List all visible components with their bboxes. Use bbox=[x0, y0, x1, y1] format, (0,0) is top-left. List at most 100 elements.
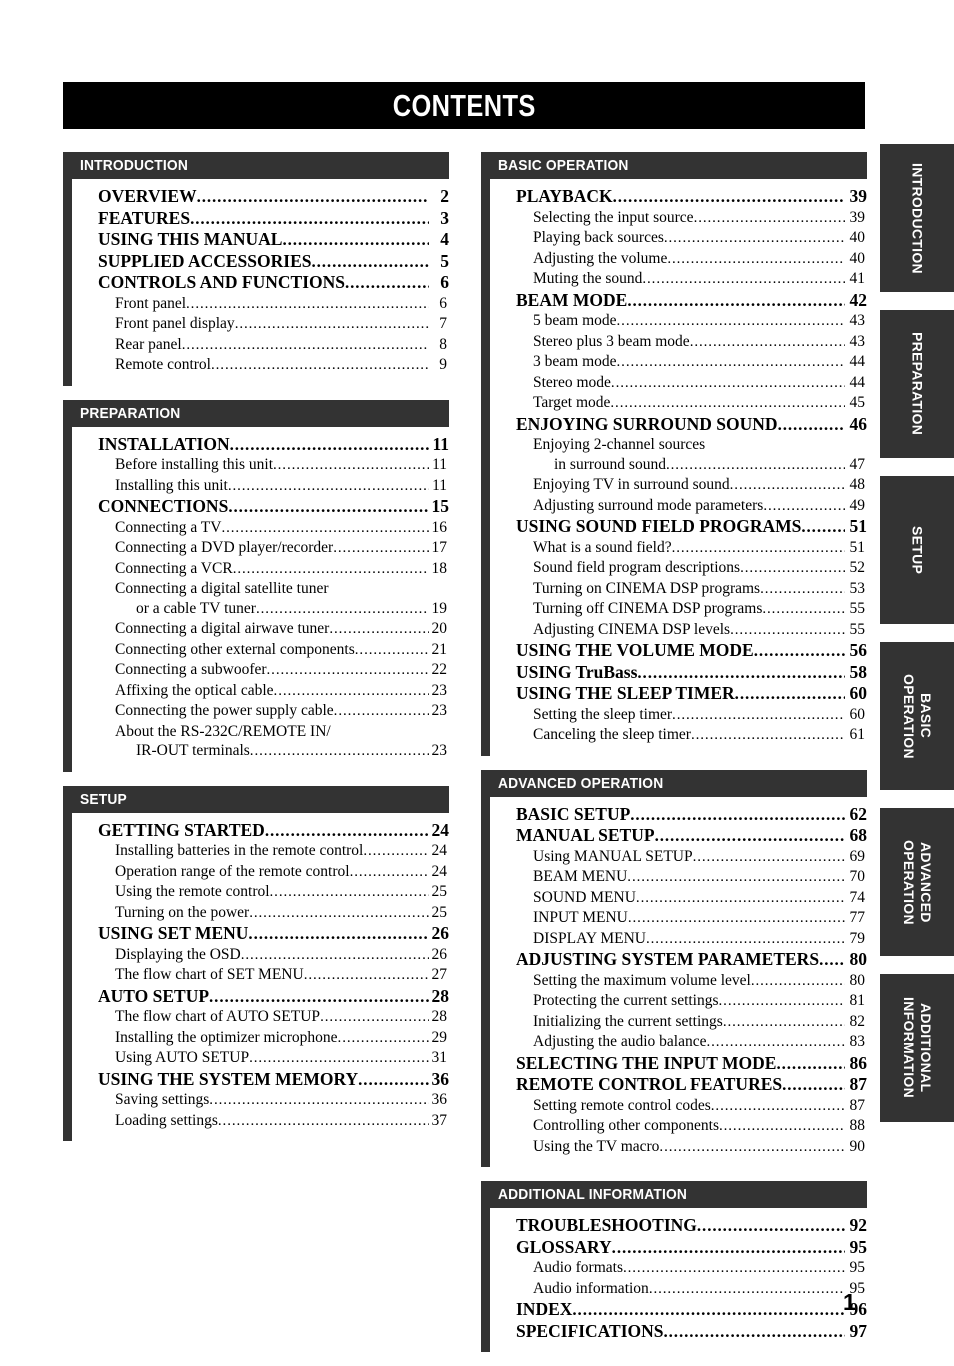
toc-entry[interactable]: Target mode.............................… bbox=[490, 393, 867, 414]
toc-entry[interactable]: INPUT MENU..............................… bbox=[490, 908, 867, 929]
toc-entry[interactable]: Turning on CINEMA DSP programs..........… bbox=[490, 579, 867, 600]
toc-entry[interactable]: SUPPLIED ACCESSORIES....................… bbox=[72, 251, 449, 273]
toc-entry[interactable]: Controlling other components............… bbox=[490, 1116, 867, 1137]
section-tab[interactable]: INTRODUCTION bbox=[880, 144, 954, 292]
toc-entry[interactable]: Audio information.......................… bbox=[490, 1279, 867, 1300]
toc-entry[interactable]: Connecting a subwoofer..................… bbox=[72, 660, 449, 681]
toc-entry[interactable]: 3 beam mode.............................… bbox=[490, 352, 867, 373]
toc-entry[interactable]: Adjusting surround mode parameters......… bbox=[490, 496, 867, 517]
toc-leader-dots: ........................................… bbox=[264, 820, 429, 840]
toc-entry[interactable]: INDEX...................................… bbox=[490, 1299, 867, 1321]
toc-entry[interactable]: Setting remote control codes............… bbox=[490, 1096, 867, 1117]
toc-entry[interactable]: Turning off CINEMA DSP programs.........… bbox=[490, 599, 867, 620]
toc-entry[interactable]: USING TruBass...........................… bbox=[490, 662, 867, 684]
toc-entry[interactable]: SPECIFICATIONS..........................… bbox=[490, 1321, 867, 1343]
section-tab[interactable]: PREPARATION bbox=[880, 310, 954, 458]
toc-entry[interactable]: Protecting the current settings.........… bbox=[490, 991, 867, 1012]
toc-entry[interactable]: USING THIS MANUAL.......................… bbox=[72, 229, 449, 251]
toc-entry[interactable]: Setting the maximum volume level........… bbox=[490, 971, 867, 992]
toc-entry[interactable]: BASIC SETUP.............................… bbox=[490, 804, 867, 826]
toc-entry[interactable]: Installing batteries in the remote contr… bbox=[72, 841, 449, 862]
toc-entry[interactable]: Stereo plus 3 beam mode.................… bbox=[490, 332, 867, 353]
toc-entry[interactable]: BEAM MODE...............................… bbox=[490, 290, 867, 312]
toc-entry[interactable]: Using the TV macro......................… bbox=[490, 1137, 867, 1158]
toc-entry[interactable]: Connecting other external components....… bbox=[72, 640, 449, 661]
section-tab[interactable]: ADVANCED OPERATION bbox=[880, 808, 954, 956]
toc-entry[interactable]: Initializing the current settings.......… bbox=[490, 1012, 867, 1033]
toc-entry[interactable]: Muting the sound........................… bbox=[490, 269, 867, 290]
toc-entry[interactable]: REMOTE CONTROL FEATURES.................… bbox=[490, 1074, 867, 1096]
toc-entry[interactable]: Connecting the power supply cable.......… bbox=[72, 701, 449, 722]
toc-entry[interactable]: SOUND MENU..............................… bbox=[490, 888, 867, 909]
toc-entry[interactable]: Connecting a digital satellite tuner....… bbox=[72, 579, 449, 599]
toc-entry[interactable]: What is a sound field?..................… bbox=[490, 538, 867, 559]
toc-entry[interactable]: SELECTING THE INPUT MODE................… bbox=[490, 1053, 867, 1075]
toc-entry[interactable]: Using AUTO SETUP........................… bbox=[72, 1048, 449, 1069]
toc-entry[interactable]: The flow chart of AUTO SETUP............… bbox=[72, 1007, 449, 1028]
toc-entry[interactable]: or a cable TV tuner.....................… bbox=[72, 599, 449, 620]
toc-entry[interactable]: Remote control..........................… bbox=[72, 355, 449, 376]
toc-entry[interactable]: 5 beam mode.............................… bbox=[490, 311, 867, 332]
toc-entry[interactable]: Using MANUAL SETUP......................… bbox=[490, 847, 867, 868]
toc-entry[interactable]: Adjusting the audio balance.............… bbox=[490, 1032, 867, 1053]
toc-entry[interactable]: CONTROLS AND FUNCTIONS..................… bbox=[72, 272, 449, 294]
toc-entry[interactable]: Loading settings........................… bbox=[72, 1111, 449, 1132]
section-body: TROUBLESHOOTING.........................… bbox=[481, 1208, 867, 1352]
toc-entry[interactable]: GLOSSARY................................… bbox=[490, 1237, 867, 1259]
toc-entry[interactable]: USING SOUND FIELD PROGRAMS..............… bbox=[490, 516, 867, 538]
toc-entry[interactable]: Saving settings.........................… bbox=[72, 1090, 449, 1111]
toc-entry[interactable]: Installing this unit....................… bbox=[72, 476, 449, 497]
toc-entry[interactable]: MANUAL SETUP............................… bbox=[490, 825, 867, 847]
toc-entry[interactable]: Setting the sleep timer.................… bbox=[490, 705, 867, 726]
toc-entry[interactable]: Canceling the sleep timer...............… bbox=[490, 725, 867, 746]
toc-entry[interactable]: Installing the optimizer microphone.....… bbox=[72, 1028, 449, 1049]
toc-entry[interactable]: Connecting a DVD player/recorder........… bbox=[72, 538, 449, 559]
toc-entry-page-number: 79 bbox=[849, 929, 866, 947]
toc-entry[interactable]: The flow chart of SET MENU..............… bbox=[72, 965, 449, 986]
toc-entry[interactable]: ENJOYING SURROUND SOUND.................… bbox=[490, 414, 867, 436]
toc-entry[interactable]: About the RS-232C/REMOTE IN/............… bbox=[72, 722, 449, 742]
toc-entry[interactable]: Sound field program descriptions........… bbox=[490, 558, 867, 579]
toc-entry[interactable]: USING THE SYSTEM MEMORY.................… bbox=[72, 1069, 449, 1091]
toc-entry[interactable]: AUTO SETUP..............................… bbox=[72, 986, 449, 1008]
toc-entry[interactable]: Enjoying TV in surround sound...........… bbox=[490, 475, 867, 496]
section-tab[interactable]: BASIC OPERATION bbox=[880, 642, 954, 790]
toc-entry[interactable]: Adjusting CINEMA DSP levels.............… bbox=[490, 620, 867, 641]
toc-entry[interactable]: IR-OUT terminals........................… bbox=[72, 741, 449, 762]
toc-entry[interactable]: ADJUSTING SYSTEM PARAMETERS.............… bbox=[490, 949, 867, 971]
toc-entry[interactable]: Turning on the power....................… bbox=[72, 903, 449, 924]
toc-entry[interactable]: TROUBLESHOOTING.........................… bbox=[490, 1215, 867, 1237]
toc-entry[interactable]: PLAYBACK................................… bbox=[490, 186, 867, 208]
toc-entry[interactable]: Connecting a digital airwave tuner......… bbox=[72, 619, 449, 640]
toc-entry[interactable]: Front panel display.....................… bbox=[72, 314, 449, 335]
toc-entry[interactable]: GETTING STARTED.........................… bbox=[72, 820, 449, 842]
toc-entry[interactable]: USING SET MENU..........................… bbox=[72, 923, 449, 945]
toc-entry[interactable]: USING THE VOLUME MODE...................… bbox=[490, 640, 867, 662]
toc-entry[interactable]: in surround sound.......................… bbox=[490, 455, 867, 476]
toc-entry[interactable]: INSTALLATION............................… bbox=[72, 434, 449, 456]
toc-entry[interactable]: Adjusting the volume....................… bbox=[490, 249, 867, 270]
toc-entry[interactable]: OVERVIEW................................… bbox=[72, 186, 449, 208]
toc-entry[interactable]: USING THE SLEEP TIMER...................… bbox=[490, 683, 867, 705]
toc-entry[interactable]: Displaying the OSD......................… bbox=[72, 945, 449, 966]
toc-entry[interactable]: FEATURES................................… bbox=[72, 208, 449, 230]
toc-entry[interactable]: Connecting a VCR........................… bbox=[72, 559, 449, 580]
toc-entry[interactable]: Front panel.............................… bbox=[72, 294, 449, 315]
toc-entry[interactable]: Selecting the input source..............… bbox=[490, 208, 867, 229]
toc-entry[interactable]: Operation range of the remote control...… bbox=[72, 862, 449, 883]
toc-entry[interactable]: CONNECTIONS.............................… bbox=[72, 496, 449, 518]
toc-entry[interactable]: BEAM MENU...............................… bbox=[490, 867, 867, 888]
toc-entry[interactable]: Enjoying 2-channel sources..............… bbox=[490, 435, 867, 455]
toc-leader-dots: ........................................… bbox=[249, 743, 429, 759]
toc-entry[interactable]: Playing back sources....................… bbox=[490, 228, 867, 249]
section-tab[interactable]: ADDITIONAL INFORMATION bbox=[880, 974, 954, 1122]
toc-entry[interactable]: Connecting a TV.........................… bbox=[72, 518, 449, 539]
toc-entry[interactable]: Audio formats...........................… bbox=[490, 1258, 867, 1279]
toc-entry[interactable]: Affixing the optical cable..............… bbox=[72, 681, 449, 702]
section-tab[interactable]: SETUP bbox=[880, 476, 954, 624]
toc-entry[interactable]: Rear panel..............................… bbox=[72, 335, 449, 356]
toc-entry[interactable]: Stereo mode.............................… bbox=[490, 373, 867, 394]
toc-entry[interactable]: Using the remote control................… bbox=[72, 882, 449, 903]
toc-entry[interactable]: DISPLAY MENU............................… bbox=[490, 929, 867, 950]
toc-entry[interactable]: Before installing this unit.............… bbox=[72, 455, 449, 476]
